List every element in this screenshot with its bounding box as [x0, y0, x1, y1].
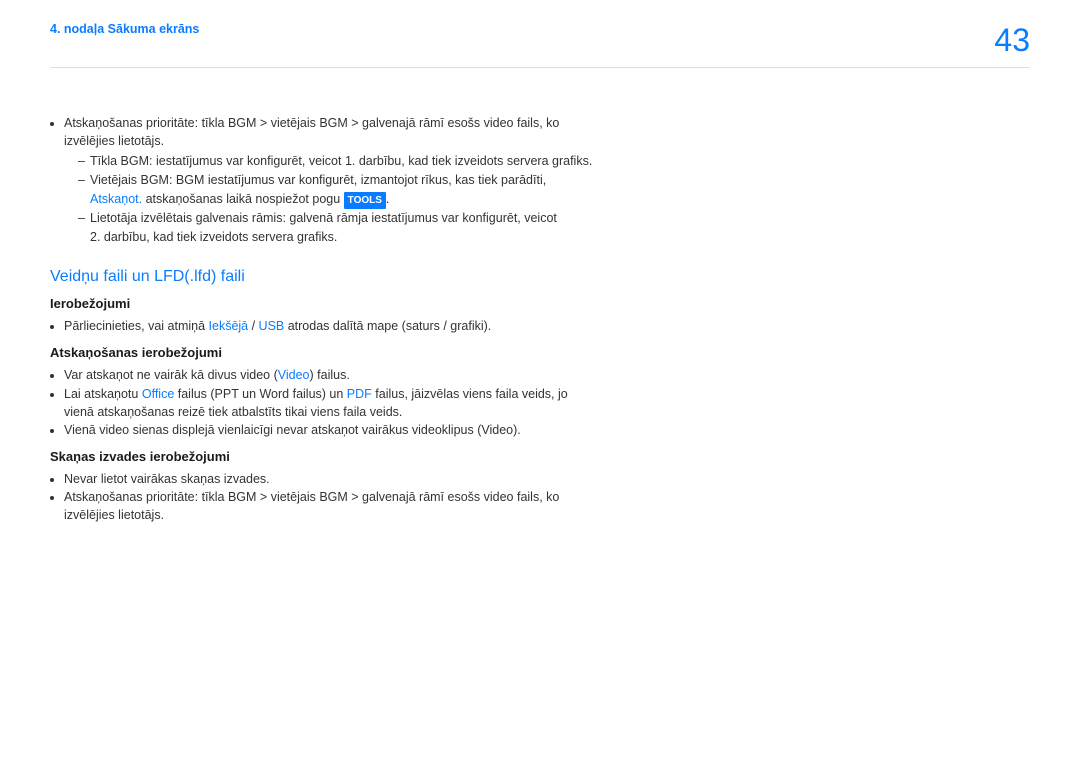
restrictions-list: Pārliecinieties, vai atmiņā Iekšējā / US…: [50, 317, 820, 335]
list-item: Lai atskaņotu Office failus (PPT un Word…: [64, 385, 820, 421]
text-line: atskaņošanas laikā nospiežot pogu: [142, 192, 344, 206]
sub-list: Tīkla BGM: iestatījumus var konfigurēt, …: [64, 152, 820, 246]
text-line: Lietotāja izvēlētais galvenais rāmis: ga…: [90, 211, 557, 225]
list-item: Var atskaņot ne vairāk kā divus video (V…: [64, 366, 820, 384]
text-line: Vienā video sienas displejā vienlaicīgi …: [64, 423, 521, 437]
highlight-text: USB: [259, 319, 285, 333]
list-item: Tīkla BGM: iestatījumus var konfigurēt, …: [78, 152, 820, 171]
list-item: Nevar lietot vairākas skaņas izvades.: [64, 470, 820, 488]
highlight-text: Video: [278, 368, 310, 382]
subheading-sound: Skaņas izvades ierobežojumi: [50, 449, 820, 464]
text-line: 2. darbību, kad tiek izveidots servera g…: [90, 230, 337, 244]
intro-list: Atskaņošanas prioritāte: tīkla BGM > vie…: [50, 114, 820, 246]
list-item: Lietotāja izvēlētais galvenais rāmis: ga…: [78, 209, 820, 247]
highlight-text: Iekšējā: [209, 319, 249, 333]
text-line: ) failus.: [310, 368, 350, 382]
text-line: Vietējais BGM: BGM iestatījumus var konf…: [90, 173, 546, 187]
list-item: Pārliecinieties, vai atmiņā Iekšējā / US…: [64, 317, 820, 335]
subheading-restrictions: Ierobežojumi: [50, 296, 820, 311]
text-line: Var atskaņot ne vairāk kā divus video (: [64, 368, 278, 382]
text-line: izvēlējies lietotājs.: [64, 508, 164, 522]
subheading-playback: Atskaņošanas ierobežojumi: [50, 345, 820, 360]
breadcrumb: 4. nodaļa Sākuma ekrāns: [50, 22, 199, 36]
text-line: Nevar lietot vairākas skaņas izvades.: [64, 472, 270, 486]
text-line: Atskaņošanas prioritāte: tīkla BGM > vie…: [64, 490, 559, 504]
text-line: Tīkla BGM: iestatījumus var konfigurēt, …: [90, 154, 592, 168]
text-line: Atskaņošanas prioritāte: tīkla BGM > vie…: [64, 116, 559, 130]
list-item: Atskaņošanas prioritāte: tīkla BGM > vie…: [64, 114, 820, 246]
text-line: vienā atskaņošanas reizē tiek atbalstīts…: [64, 405, 402, 419]
playback-list: Var atskaņot ne vairāk kā divus video (V…: [50, 366, 820, 439]
text-line: .: [386, 192, 389, 206]
text-line: izvēlējies lietotājs.: [64, 134, 164, 148]
text-line: Pārliecinieties, vai atmiņā: [64, 319, 209, 333]
sound-list: Nevar lietot vairākas skaņas izvades. At…: [50, 470, 820, 524]
document-page: 4. nodaļa Sākuma ekrāns 43 Atskaņošanas …: [0, 0, 1080, 763]
list-item: Vietējais BGM: BGM iestatījumus var konf…: [78, 171, 820, 209]
header: 4. nodaļa Sākuma ekrāns 43: [50, 22, 1030, 59]
list-item: Atskaņošanas prioritāte: tīkla BGM > vie…: [64, 488, 820, 524]
text-line: Lai atskaņotu: [64, 387, 142, 401]
section-title: Veidņu faili un LFD(.lfd) faili: [50, 268, 820, 286]
page-number: 43: [994, 22, 1030, 59]
page-content: Atskaņošanas prioritāte: tīkla BGM > vie…: [50, 68, 820, 524]
list-item: Vienā video sienas displejā vienlaicīgi …: [64, 421, 820, 439]
highlight-text: Atskaņot.: [90, 192, 142, 206]
text-line: atrodas dalītā mape (saturs / grafiki).: [284, 319, 491, 333]
highlight-text: PDF: [347, 387, 372, 401]
tools-badge: TOOLS: [344, 192, 386, 209]
text-line: /: [248, 319, 258, 333]
text-line: failus, jāizvēlas viens faila veids, jo: [372, 387, 568, 401]
highlight-text: Office: [142, 387, 174, 401]
text-line: failus (PPT un Word failus) un: [174, 387, 347, 401]
